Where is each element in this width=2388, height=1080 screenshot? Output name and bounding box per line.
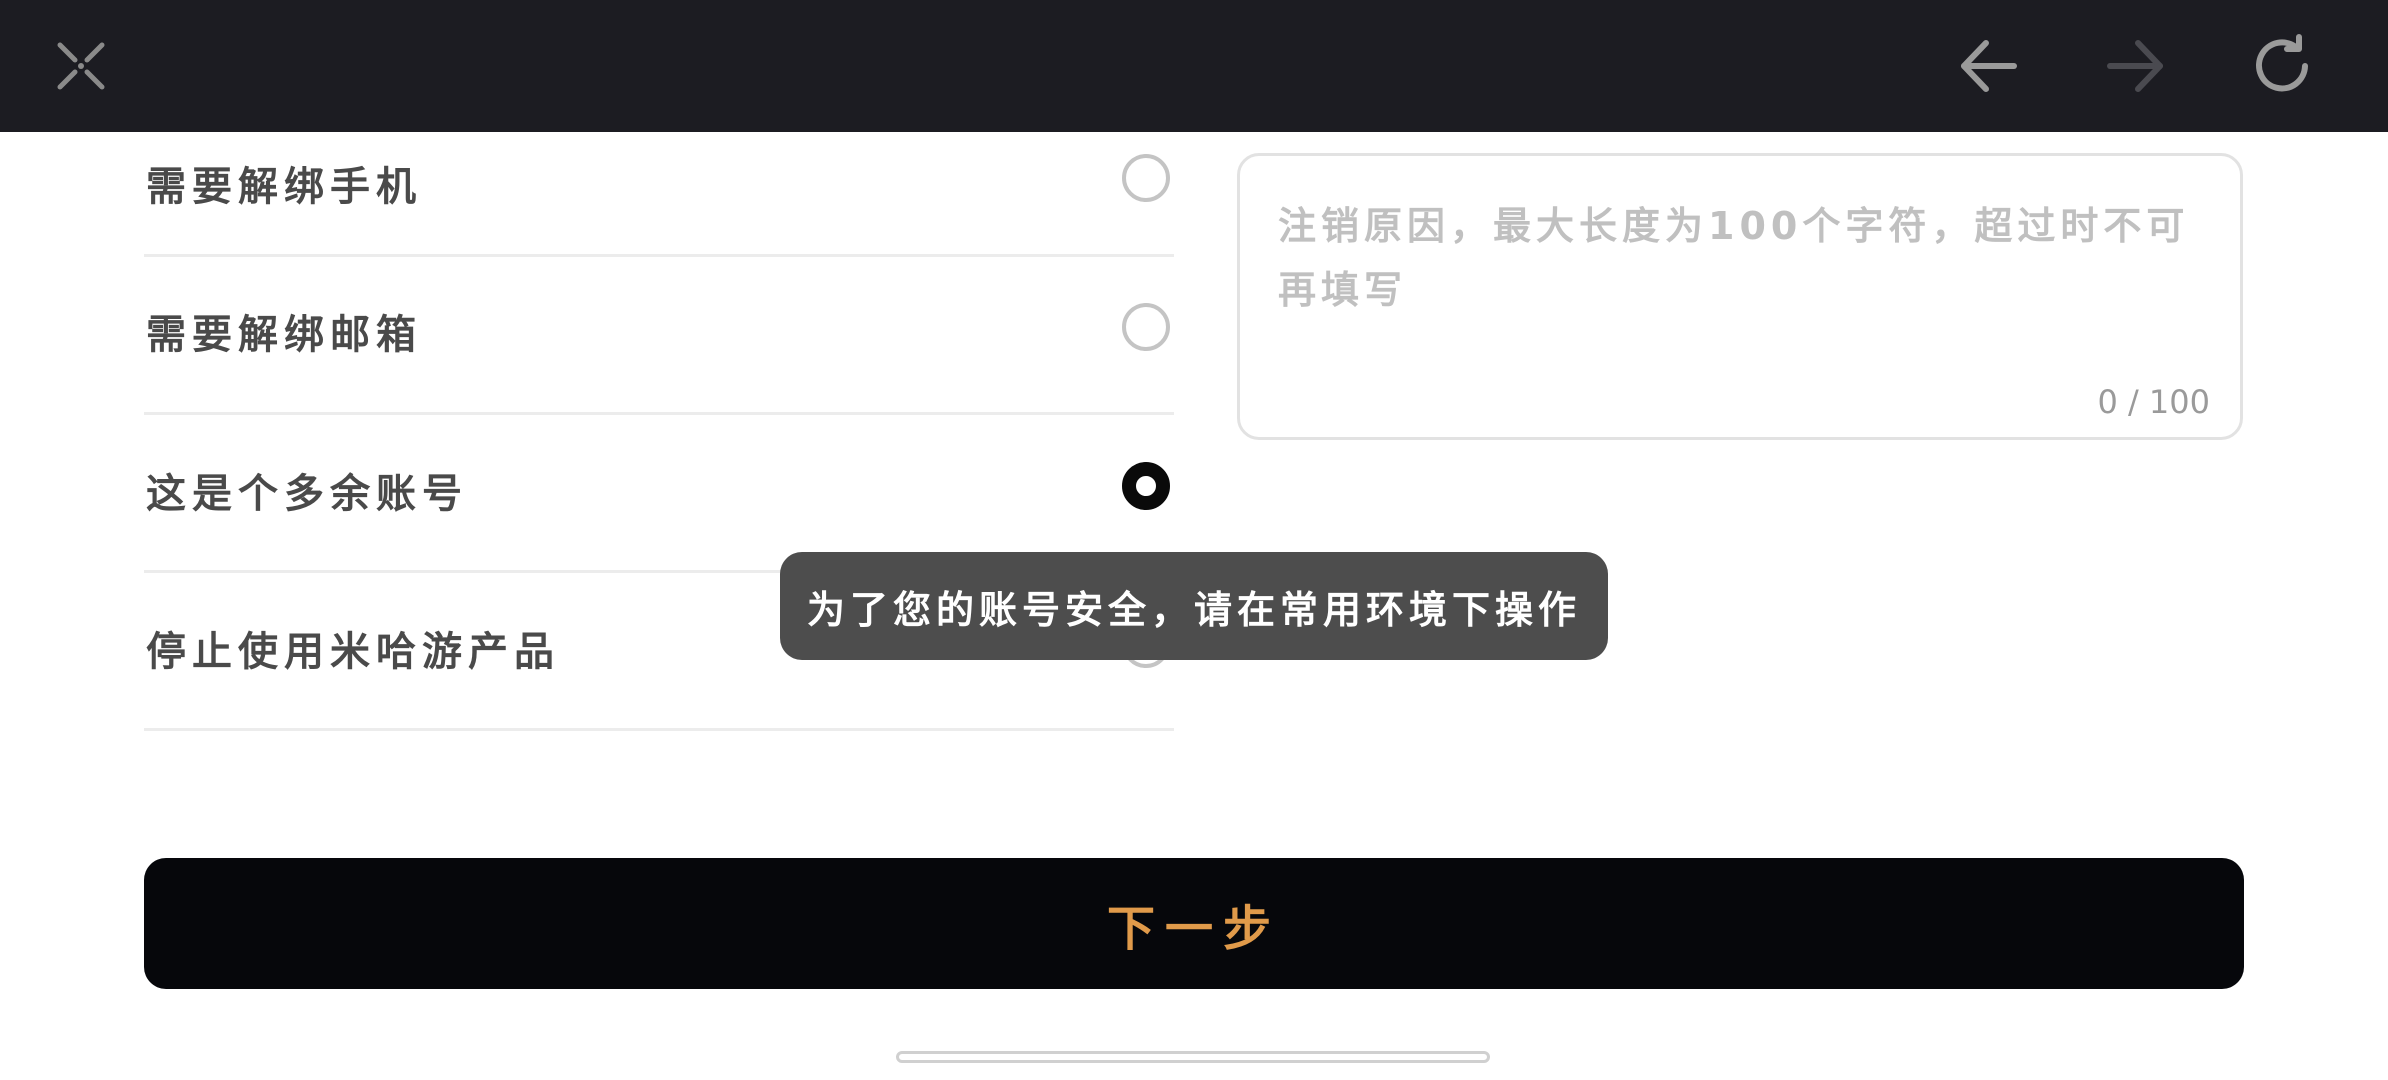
refresh-icon <box>2256 34 2308 92</box>
radio-button[interactable] <box>1122 303 1170 351</box>
close-button[interactable] <box>36 21 126 111</box>
arrow-right-icon <box>2107 40 2163 92</box>
back-button[interactable] <box>1944 21 2034 111</box>
option-label: 需要解绑手机 <box>146 164 422 210</box>
character-counter: 0 / 100 <box>2097 383 2210 421</box>
radio-button-selected[interactable] <box>1122 462 1170 510</box>
refresh-button[interactable] <box>2237 21 2327 111</box>
radio-button[interactable] <box>1122 154 1170 202</box>
option-label: 需要解绑邮箱 <box>146 312 422 358</box>
option-label: 停止使用米哈游产品 <box>146 629 560 675</box>
option-row-redundant-account[interactable]: 这是个多余账号 <box>144 415 1174 573</box>
close-icon <box>57 42 105 90</box>
option-row-unbind-email[interactable]: 需要解绑邮箱 <box>144 257 1174 415</box>
arrow-left-icon <box>1961 40 2017 92</box>
top-toolbar <box>0 0 2388 132</box>
reason-input-box: 0 / 100 <box>1237 153 2243 440</box>
security-toast: 为了您的账号安全，请在常用环境下操作 <box>780 552 1608 660</box>
next-step-button[interactable]: 下一步 <box>144 858 2244 989</box>
option-label: 这是个多余账号 <box>146 471 468 517</box>
reason-textarea[interactable] <box>1276 192 2210 366</box>
home-indicator <box>896 1051 1490 1063</box>
forward-button[interactable] <box>2090 21 2180 111</box>
option-row-unbind-phone[interactable]: 需要解绑手机 <box>144 132 1174 257</box>
